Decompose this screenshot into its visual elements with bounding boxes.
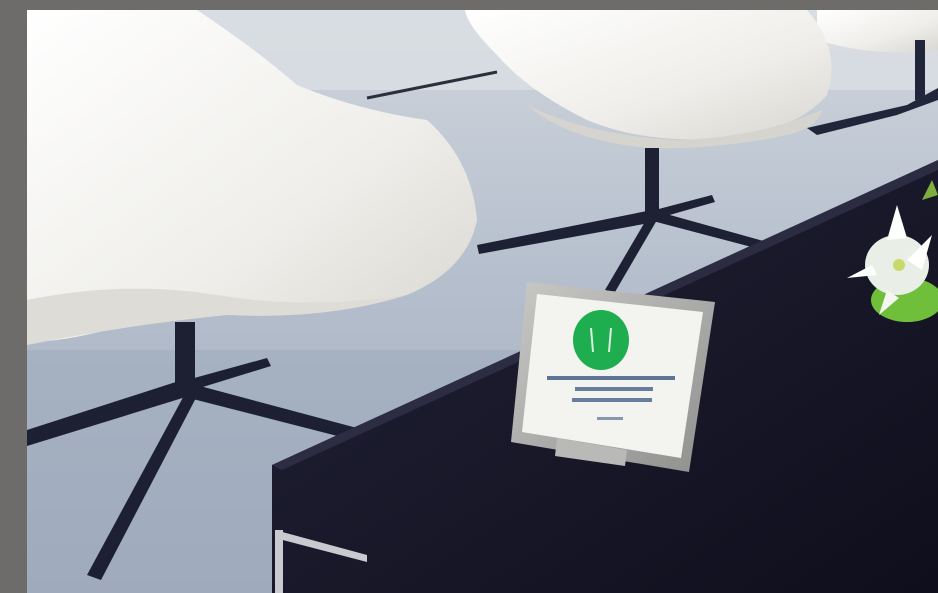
table-sign [511,282,715,472]
office-photo [27,10,938,593]
photo-scene [27,10,938,593]
sign-green-badge [573,310,629,370]
